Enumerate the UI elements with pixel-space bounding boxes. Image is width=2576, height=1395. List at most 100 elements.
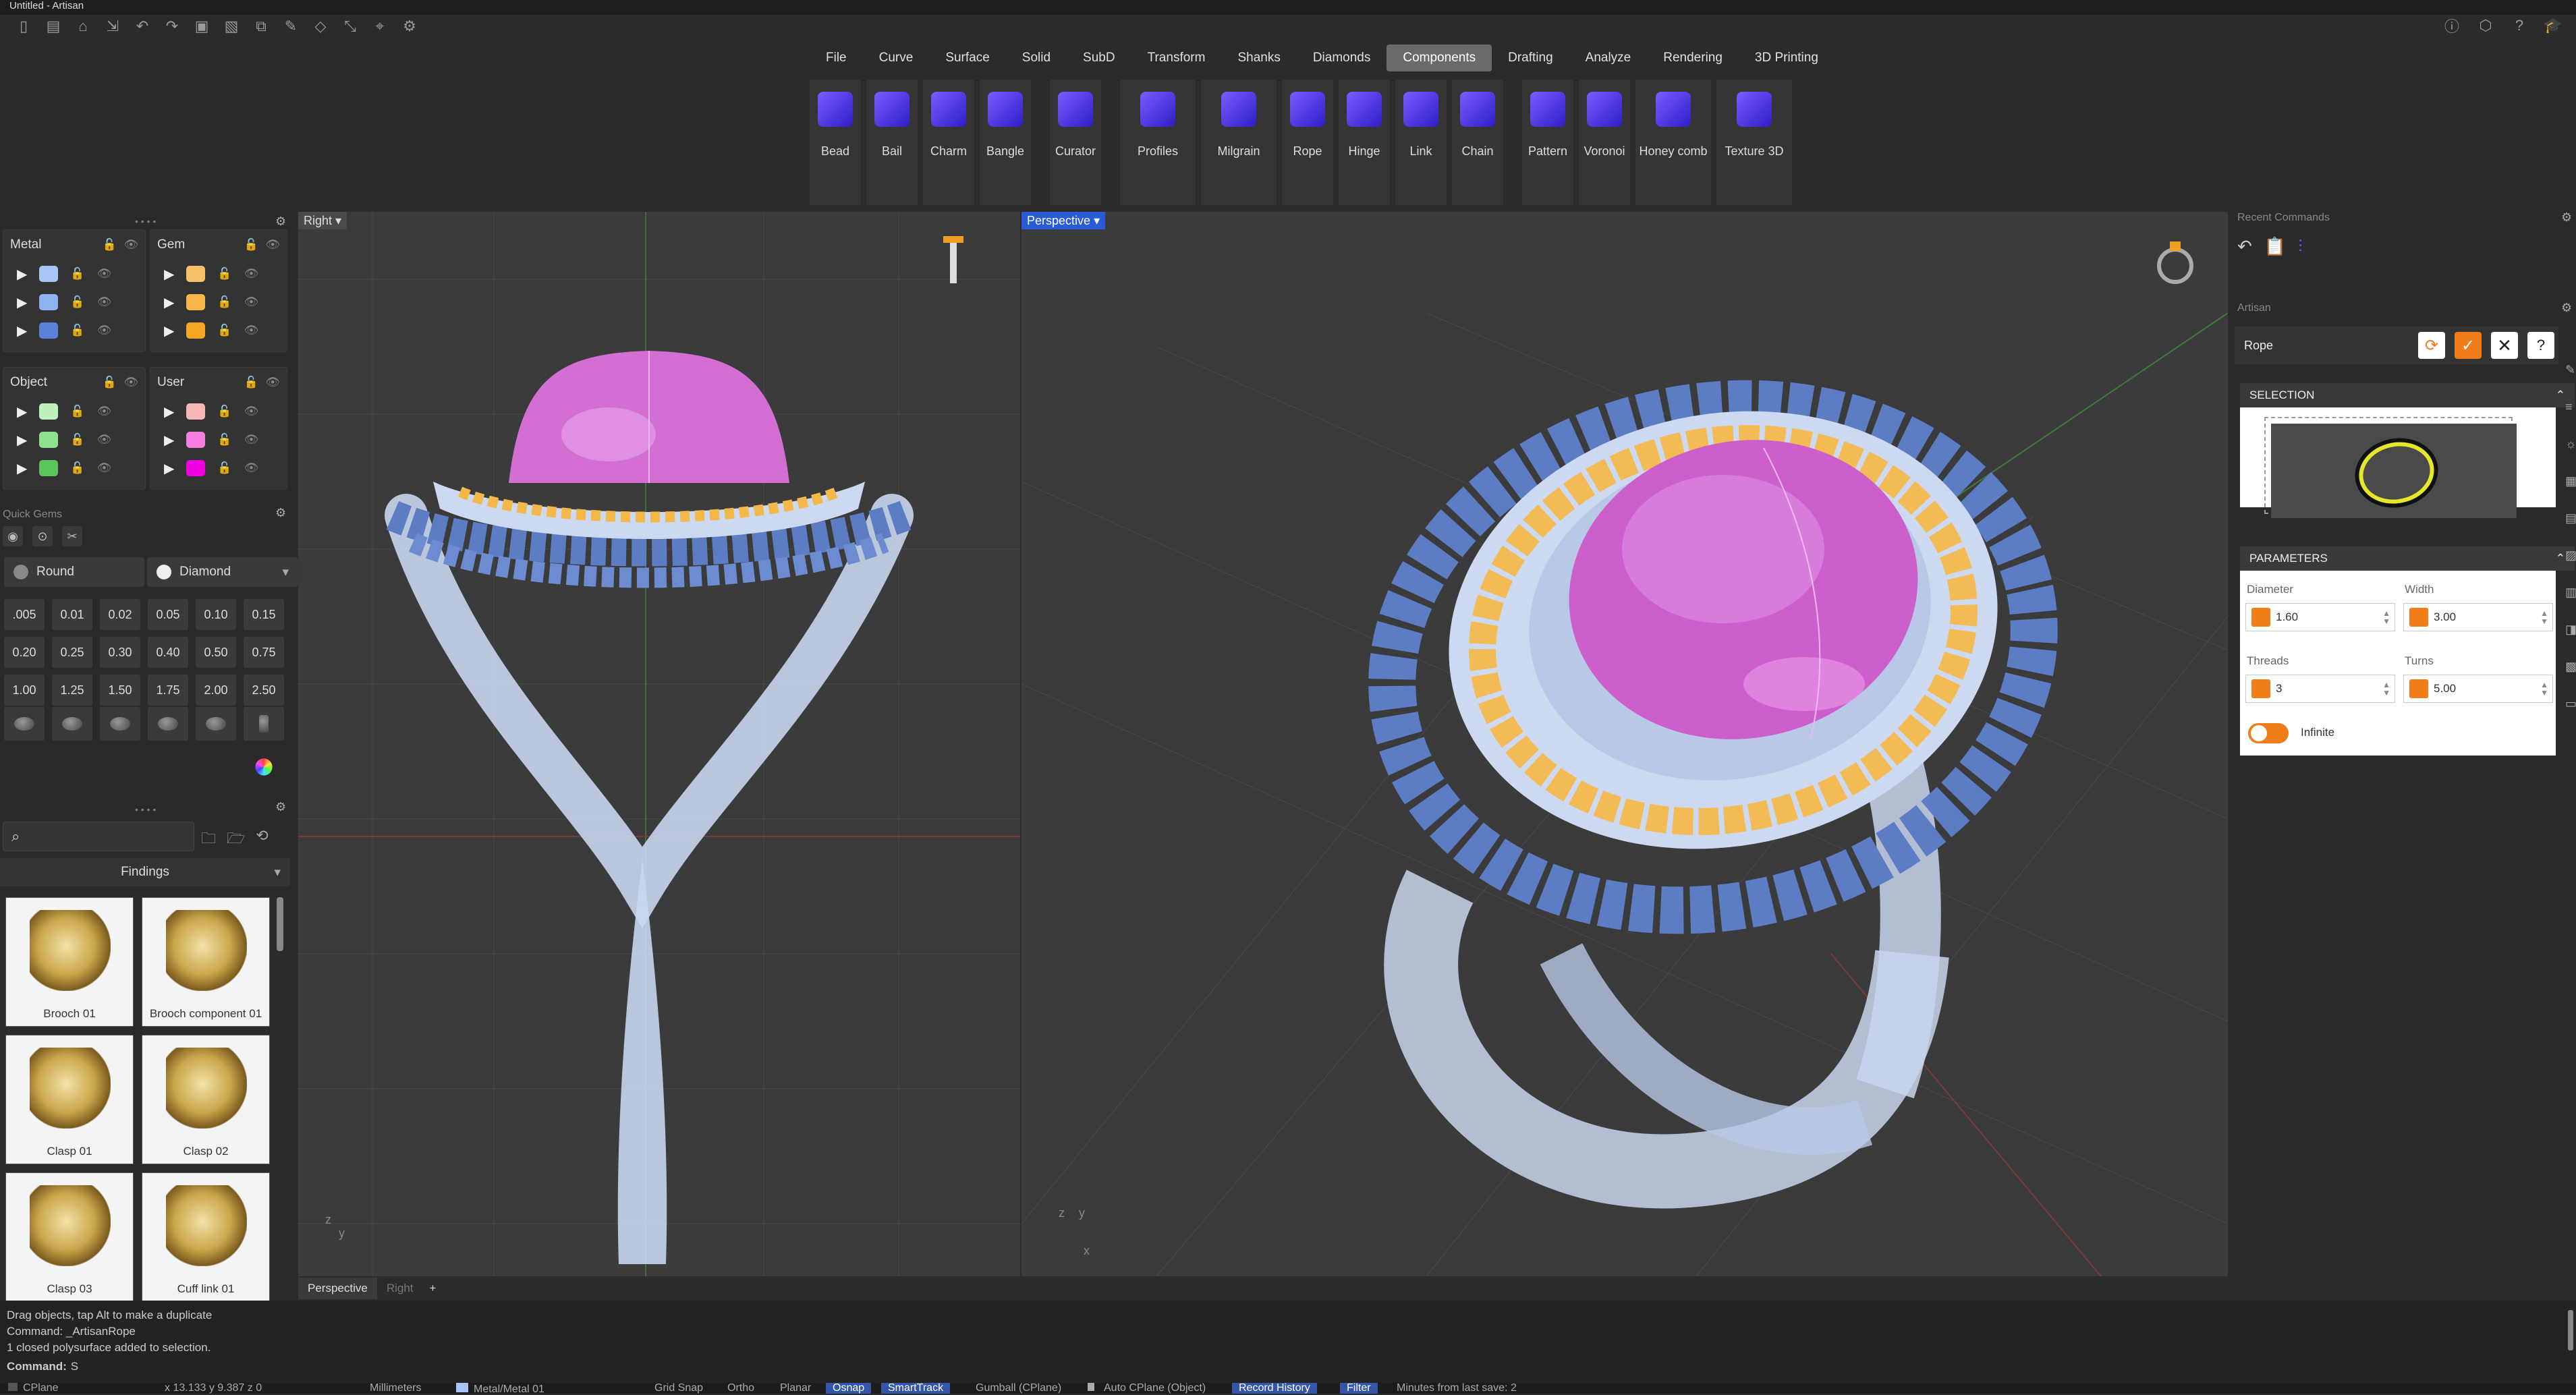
- cutter-mode-icon[interactable]: ⊙: [32, 526, 53, 546]
- osnap-toggle[interactable]: Osnap: [826, 1383, 872, 1394]
- spinner-icon[interactable]: ▲ ▼: [2382, 681, 2390, 697]
- menu-shanks[interactable]: Shanks: [1221, 45, 1296, 72]
- sun-icon[interactable]: ☼: [2565, 437, 2576, 451]
- tab-perspective[interactable]: Perspective: [298, 1278, 377, 1299]
- layer-row[interactable]: ▶ 🔓 👁: [3, 397, 145, 426]
- lock-icon[interactable]: 🔓: [103, 376, 117, 389]
- layer-color-swatch[interactable]: [39, 403, 59, 420]
- gem-size-button[interactable]: 2.00: [196, 675, 236, 706]
- charm-tool-button[interactable]: Charm: [923, 80, 974, 205]
- viewport-right-label[interactable]: Right ▾: [298, 212, 347, 229]
- threads-field[interactable]: 3 ▲ ▼: [2245, 675, 2395, 703]
- display-icon[interactable]: ▭: [2565, 697, 2576, 711]
- menu-solid[interactable]: Solid: [1006, 45, 1067, 72]
- eye-icon[interactable]: 👁: [244, 461, 259, 475]
- gem-size-button[interactable]: 0.15: [244, 599, 284, 630]
- cplane-label[interactable]: CPlane: [8, 1383, 58, 1394]
- menu-curve[interactable]: Curve: [863, 45, 930, 72]
- layer-color-swatch[interactable]: [39, 432, 59, 448]
- lock-icon[interactable]: 🔓: [70, 295, 84, 309]
- eye-icon[interactable]: 👁: [97, 295, 112, 309]
- gem-cut-dropdown[interactable]: Round: [4, 557, 144, 587]
- gear-icon[interactable]: ⚙: [275, 800, 286, 814]
- open-folder-icon[interactable]: ⌂: [73, 16, 93, 36]
- gumball-toggle[interactable]: Gumball (CPlane): [976, 1383, 1061, 1394]
- nodes-icon[interactable]: ⌖: [370, 16, 390, 36]
- width-field[interactable]: 3.00 ▲ ▼: [2403, 603, 2553, 631]
- play-icon[interactable]: ▶: [164, 460, 174, 477]
- table-icon[interactable]: ▤: [2565, 511, 2576, 525]
- library-item[interactable]: Clasp 02: [142, 1035, 270, 1164]
- save-icon[interactable]: ▣: [192, 16, 212, 36]
- undo-icon[interactable]: ↶: [132, 16, 152, 36]
- command-input[interactable]: S: [71, 1360, 78, 1373]
- play-icon[interactable]: ▶: [17, 322, 27, 339]
- library-item[interactable]: Brooch component 01: [142, 897, 270, 1027]
- play-icon[interactable]: ▶: [17, 432, 27, 449]
- profiles-tool-button[interactable]: Profiles: [1120, 80, 1196, 205]
- layers-icon[interactable]: ≡: [2565, 400, 2576, 414]
- library-item[interactable]: Clasp 01: [5, 1035, 134, 1164]
- viewport-perspective[interactable]: z y x Perspective ▾: [1021, 212, 2228, 1276]
- cut-shape-button[interactable]: [52, 707, 92, 741]
- texture-3d-tool-button[interactable]: Texture 3D: [1716, 80, 1792, 205]
- gear-icon[interactable]: ⚙: [2561, 301, 2572, 315]
- layer-row[interactable]: ▶ 🔓 👁: [3, 288, 145, 316]
- link-tool-button[interactable]: Link: [1395, 80, 1447, 205]
- record-history-toggle[interactable]: Record History: [1232, 1383, 1317, 1394]
- layer-row[interactable]: ▶ 🔓 👁: [150, 316, 287, 345]
- command-prompt[interactable]: Command: S: [7, 1360, 78, 1373]
- menu-drafting[interactable]: Drafting: [1492, 45, 1569, 72]
- lock-icon[interactable]: 🔓: [244, 238, 258, 251]
- lock-icon[interactable]: 🔓: [217, 295, 231, 309]
- help-button[interactable]: ?: [2527, 332, 2554, 359]
- lock-icon[interactable]: 🔓: [217, 324, 231, 337]
- picture-icon[interactable]: ▨: [2565, 548, 2576, 563]
- eye-icon[interactable]: 👁: [244, 405, 259, 418]
- play-icon[interactable]: ▶: [17, 266, 27, 283]
- eye-icon[interactable]: 👁: [97, 267, 112, 281]
- layer-color-swatch[interactable]: [186, 322, 206, 339]
- info-icon[interactable]: ⓘ: [2442, 16, 2461, 35]
- layer-color-swatch[interactable]: [39, 266, 59, 282]
- eye-icon[interactable]: 👁: [244, 267, 259, 281]
- cancel-button[interactable]: ✕: [2491, 332, 2518, 359]
- play-icon[interactable]: ▶: [164, 322, 174, 339]
- play-icon[interactable]: ▶: [164, 403, 174, 420]
- gem-size-button[interactable]: 0.20: [4, 637, 45, 668]
- menu-diamonds[interactable]: Diamonds: [1297, 45, 1387, 72]
- layer-row[interactable]: ▶ 🔓 👁: [150, 288, 287, 316]
- gem-size-button[interactable]: 0.50: [196, 637, 236, 668]
- play-icon[interactable]: ▶: [17, 403, 27, 420]
- cut-shape-button[interactable]: [196, 707, 236, 741]
- grid-snap-toggle[interactable]: Grid Snap: [654, 1383, 703, 1394]
- planar-toggle[interactable]: Planar: [780, 1383, 811, 1394]
- menu-3d-printing[interactable]: 3D Printing: [1739, 45, 1835, 72]
- repeat-button[interactable]: ⟳: [2418, 332, 2445, 359]
- clipboard-icon[interactable]: 📋: [2264, 236, 2286, 258]
- lock-icon[interactable]: 🔓: [103, 238, 117, 251]
- layer-row[interactable]: ▶ 🔓 👁: [150, 454, 287, 482]
- viewport-perspective-label[interactable]: Perspective ▾: [1021, 212, 1106, 229]
- selection-section-header[interactable]: SELECTION ⌃: [2240, 383, 2575, 407]
- viewport-right[interactable]: z y Right ▾: [298, 212, 1020, 1276]
- layer-row[interactable]: ▶ 🔓 👁: [150, 260, 287, 288]
- gem-size-button[interactable]: 0.01: [52, 599, 92, 630]
- eye-icon[interactable]: 👁: [244, 324, 259, 337]
- parameters-section-header[interactable]: PARAMETERS ⌃: [2240, 546, 2575, 571]
- lock-icon[interactable]: 🔓: [244, 376, 258, 389]
- smarttrack-toggle[interactable]: SmartTrack: [881, 1383, 951, 1394]
- layer-color-swatch[interactable]: [186, 294, 206, 310]
- layer-row[interactable]: ▶ 🔓 👁: [3, 316, 145, 345]
- gear-icon[interactable]: ⚙: [275, 215, 286, 229]
- gem-size-button[interactable]: 0.05: [148, 599, 188, 630]
- selection-thumbnail[interactable]: [2271, 424, 2517, 518]
- template-icon[interactable]: ▤: [43, 16, 63, 36]
- package-icon[interactable]: ⬡: [2476, 16, 2495, 35]
- play-icon[interactable]: ▶: [17, 460, 27, 477]
- hinge-tool-button[interactable]: Hinge: [1339, 80, 1390, 205]
- bangle-tool-button[interactable]: Bangle: [980, 80, 1031, 205]
- menu-transform[interactable]: Transform: [1131, 45, 1222, 72]
- bars-icon[interactable]: ▥: [2565, 586, 2576, 600]
- menu-components[interactable]: Components: [1387, 45, 1492, 72]
